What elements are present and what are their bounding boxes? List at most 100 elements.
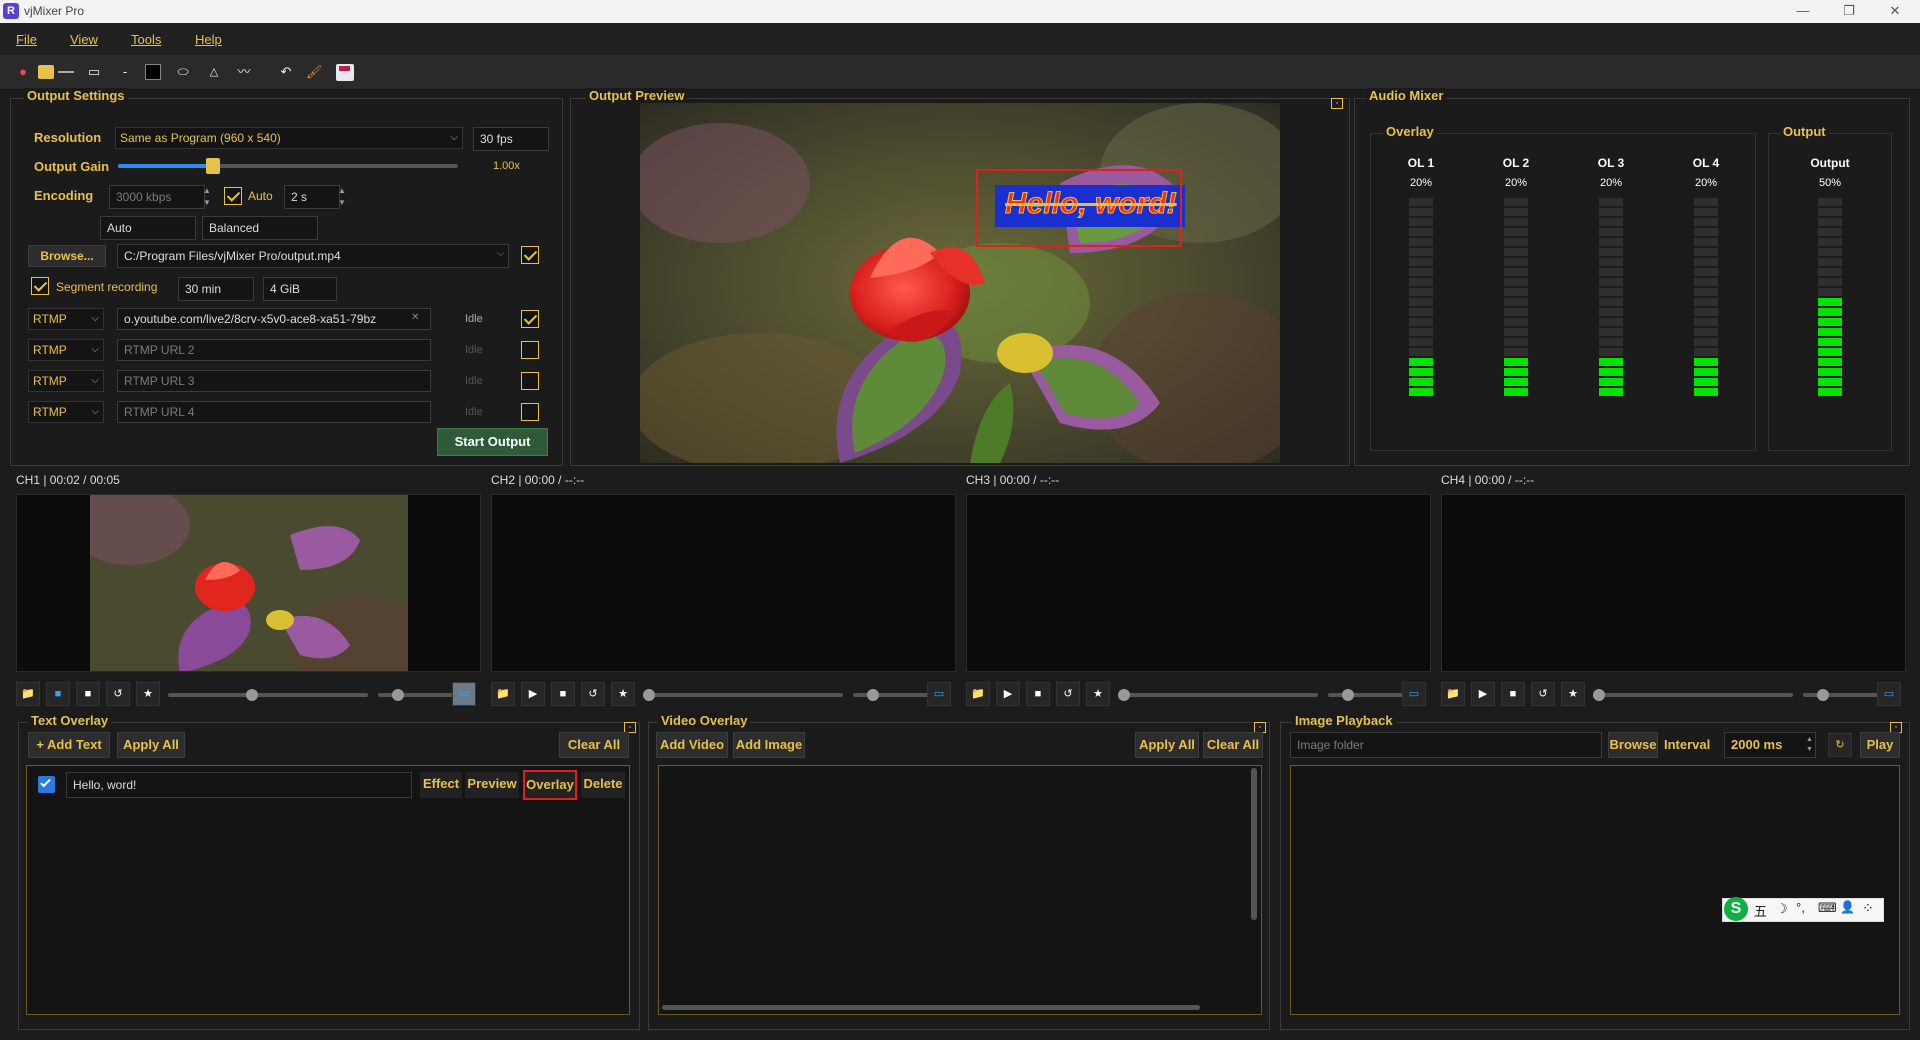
send-to-output-icon[interactable]: ▭ <box>1402 682 1426 706</box>
keyframe-stepper-icon[interactable]: ▲ ▼ <box>338 185 346 209</box>
eraser-icon[interactable]: ▭ <box>84 63 104 81</box>
keyframe-field[interactable]: 2 s <box>284 185 340 209</box>
channel-view[interactable] <box>491 494 956 672</box>
apply-all-text-button[interactable]: Apply All <box>117 732 185 758</box>
ellipse-icon[interactable]: ⬭ <box>174 63 192 81</box>
rtmp-url-field[interactable]: o.youtube.com/live2/8crv-x5v0-ace8-xa51-… <box>117 308 431 330</box>
level-meter[interactable] <box>1818 198 1842 398</box>
add-text-button[interactable]: + Add Text <box>28 732 110 758</box>
volume-slider[interactable] <box>378 689 458 701</box>
output-gain-slider[interactable] <box>118 158 458 174</box>
interval-field[interactable]: 2000 ms <box>1724 732 1816 758</box>
text-item-input[interactable]: Hello, word! <box>66 772 412 798</box>
channel-view[interactable] <box>16 494 481 672</box>
menu-tools[interactable]: Tools <box>131 32 161 47</box>
restore-icon[interactable]: ❐ <box>1826 0 1872 23</box>
overlay-button[interactable]: Overlay <box>523 770 577 800</box>
triangle-icon[interactable]: △ <box>206 63 222 81</box>
play-images-button[interactable]: Play <box>1860 732 1900 758</box>
palette-icon[interactable]: ● <box>14 63 32 81</box>
segment-time-field[interactable]: 30 min <box>178 277 254 301</box>
seek-slider[interactable] <box>168 689 368 701</box>
send-to-output-icon[interactable]: ▭ <box>1877 682 1901 706</box>
delete-button[interactable]: Delete <box>581 772 625 798</box>
ime-mode-icon[interactable]: 五 <box>1754 901 1767 920</box>
line-width-icon[interactable]: - <box>120 63 130 81</box>
record-checkbox[interactable] <box>521 246 539 264</box>
segment-checkbox[interactable] <box>31 277 49 295</box>
rectangle-icon[interactable] <box>145 64 161 80</box>
resolution-select[interactable]: Same as Program (960 x 540) ⌵ <box>115 127 463 149</box>
ime-punct-icon[interactable]: °, <box>1796 900 1805 915</box>
clear-all-text-button[interactable]: Clear All <box>559 732 629 758</box>
undo-icon[interactable]: ↶ <box>278 63 294 81</box>
open-file-icon[interactable]: 📁 <box>1441 682 1465 706</box>
line-style-icon[interactable] <box>58 71 74 73</box>
refresh-icon[interactable]: ↻ <box>1828 733 1852 757</box>
send-to-output-icon[interactable]: ▭ <box>927 682 951 706</box>
rtmp-protocol-select[interactable]: RTMP ⌵ <box>28 401 104 423</box>
volume-slider[interactable] <box>853 689 933 701</box>
ime-moon-icon[interactable]: ☽ <box>1776 901 1788 917</box>
output-path-field[interactable]: C:/Program Files/vjMixer Pro/output.mp4 <box>117 244 509 268</box>
rtmp-protocol-select[interactable]: RTMP ⌵ <box>28 370 104 392</box>
seek-slider[interactable] <box>1593 689 1793 701</box>
ime-keyboard-icon[interactable]: ⌨ <box>1818 900 1837 916</box>
play-icon[interactable]: ▶ <box>996 682 1020 706</box>
loop-icon[interactable]: ↺ <box>1056 682 1080 706</box>
clear-all-video-button[interactable]: Clear All <box>1203 732 1263 758</box>
stop-icon[interactable]: ■ <box>1501 682 1525 706</box>
bitrate-stepper-icon[interactable]: ▲ ▼ <box>203 185 211 209</box>
level-meter[interactable] <box>1409 198 1433 398</box>
add-image-button[interactable]: Add Image <box>733 732 805 758</box>
favorite-icon[interactable]: ★ <box>1561 682 1585 706</box>
play-icon[interactable]: ▶ <box>521 682 545 706</box>
rtmp-enable-checkbox[interactable] <box>521 310 539 328</box>
channel-view[interactable] <box>1441 494 1906 672</box>
rtmp-url-field[interactable]: RTMP URL 4 <box>117 401 431 423</box>
clear-url-icon[interactable]: ✕ <box>411 312 419 323</box>
save-icon[interactable] <box>336 64 354 81</box>
fill-color-icon[interactable] <box>38 65 54 79</box>
stop-icon[interactable]: ■ <box>1026 682 1050 706</box>
favorite-icon[interactable]: ★ <box>136 682 160 706</box>
send-to-output-icon[interactable]: ▭ <box>452 682 476 706</box>
overlay-selection-box[interactable] <box>976 169 1182 247</box>
level-meter[interactable] <box>1599 198 1623 398</box>
open-file-icon[interactable]: 📁 <box>491 682 515 706</box>
rtmp-protocol-select[interactable]: RTMP ⌵ <box>28 339 104 361</box>
image-folder-input[interactable]: Image folder <box>1290 732 1602 758</box>
browse-images-button[interactable]: Browse <box>1608 732 1658 758</box>
menu-help[interactable]: Help <box>195 32 222 47</box>
loop-icon[interactable]: ↺ <box>1531 682 1555 706</box>
stop-icon[interactable]: ■ <box>76 682 100 706</box>
popout-icon[interactable]: ▫ <box>1331 98 1343 109</box>
rtmp-enable-checkbox[interactable] <box>521 341 539 359</box>
loop-icon[interactable]: ↺ <box>581 682 605 706</box>
text-item-checkbox[interactable] <box>38 776 55 793</box>
rtmp-url-field[interactable]: RTMP URL 3 <box>117 370 431 392</box>
fps-field[interactable]: 30 fps <box>473 127 549 151</box>
horizontal-scrollbar[interactable] <box>662 1005 1200 1010</box>
add-video-button[interactable]: Add Video <box>656 732 728 758</box>
ime-logo-icon[interactable]: S <box>1724 897 1748 921</box>
minimize-icon[interactable]: — <box>1780 0 1826 23</box>
vertical-scrollbar[interactable] <box>1251 768 1257 920</box>
channel-view[interactable] <box>966 494 1431 672</box>
open-file-icon[interactable]: 📁 <box>966 682 990 706</box>
close-icon[interactable]: ✕ <box>1872 0 1918 23</box>
brush-icon[interactable]: 🖌 <box>306 63 323 81</box>
segment-size-field[interactable]: 4 GiB <box>263 277 337 301</box>
apply-all-video-button[interactable]: Apply All <box>1135 732 1199 758</box>
volume-slider[interactable] <box>1328 689 1408 701</box>
level-meter[interactable] <box>1694 198 1718 398</box>
seek-slider[interactable] <box>643 689 843 701</box>
favorite-icon[interactable]: ★ <box>1086 682 1110 706</box>
rtmp-enable-checkbox[interactable] <box>521 372 539 390</box>
encoder-select[interactable]: Auto <box>100 216 196 240</box>
loop-icon[interactable]: ↺ <box>106 682 130 706</box>
interval-stepper-icon[interactable]: ▲ ▼ <box>1806 735 1813 755</box>
seek-slider[interactable] <box>1118 689 1318 701</box>
bitrate-field[interactable]: 3000 kbps <box>109 185 205 209</box>
rtmp-url-field[interactable]: RTMP URL 2 <box>117 339 431 361</box>
